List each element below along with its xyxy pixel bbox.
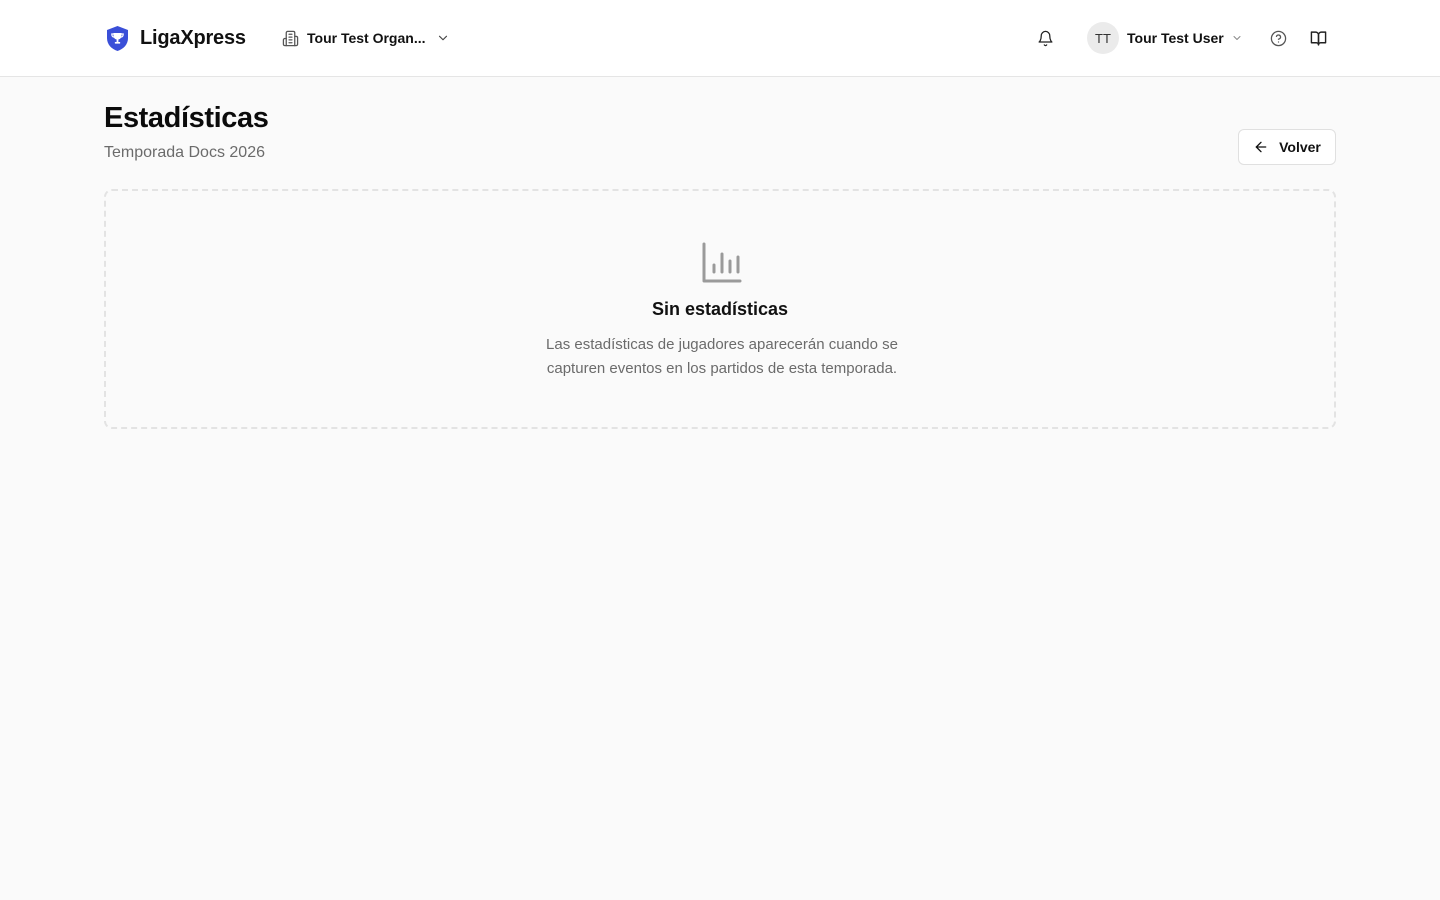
docs-button[interactable] (1304, 24, 1332, 52)
brand-name: LigaXpress (140, 26, 246, 49)
avatar: TT (1087, 22, 1119, 54)
user-name: Tour Test User (1127, 30, 1224, 46)
chevron-down-icon (438, 35, 447, 41)
bar-chart-icon (702, 242, 742, 283)
help-circle-icon (1270, 30, 1286, 46)
chevron-down-icon (1233, 36, 1241, 40)
book-open-icon (1310, 30, 1326, 46)
empty-state-card: Sin estadísticas Las estadísticas de jug… (104, 189, 1336, 429)
organization-switcher[interactable]: Tour Test Organ... (282, 26, 450, 50)
help-button[interactable] (1264, 24, 1292, 52)
back-button[interactable]: Volver (1238, 129, 1336, 165)
top-navbar: LigaXpress Tour Test Organ... TT Tour Te… (0, 0, 1440, 77)
shield-trophy-icon (107, 25, 128, 51)
notifications-button[interactable] (1031, 24, 1059, 52)
empty-state-title: Sin estadísticas (651, 299, 789, 319)
building-icon (282, 30, 299, 46)
empty-state-description: Las estadísticas de jugadores aparecerán… (546, 336, 898, 377)
organization-name: Tour Test Organ... (307, 30, 426, 46)
brand[interactable]: LigaXpress (105, 24, 246, 52)
back-button-label: Volver (1279, 139, 1321, 155)
page-title: Estadísticas (104, 102, 269, 134)
page-subtitle: Temporada Docs 2026 (104, 144, 265, 161)
arrow-left-icon (1255, 141, 1267, 153)
user-menu[interactable]: TT Tour Test User (1087, 22, 1243, 54)
bell-icon (1037, 30, 1053, 46)
